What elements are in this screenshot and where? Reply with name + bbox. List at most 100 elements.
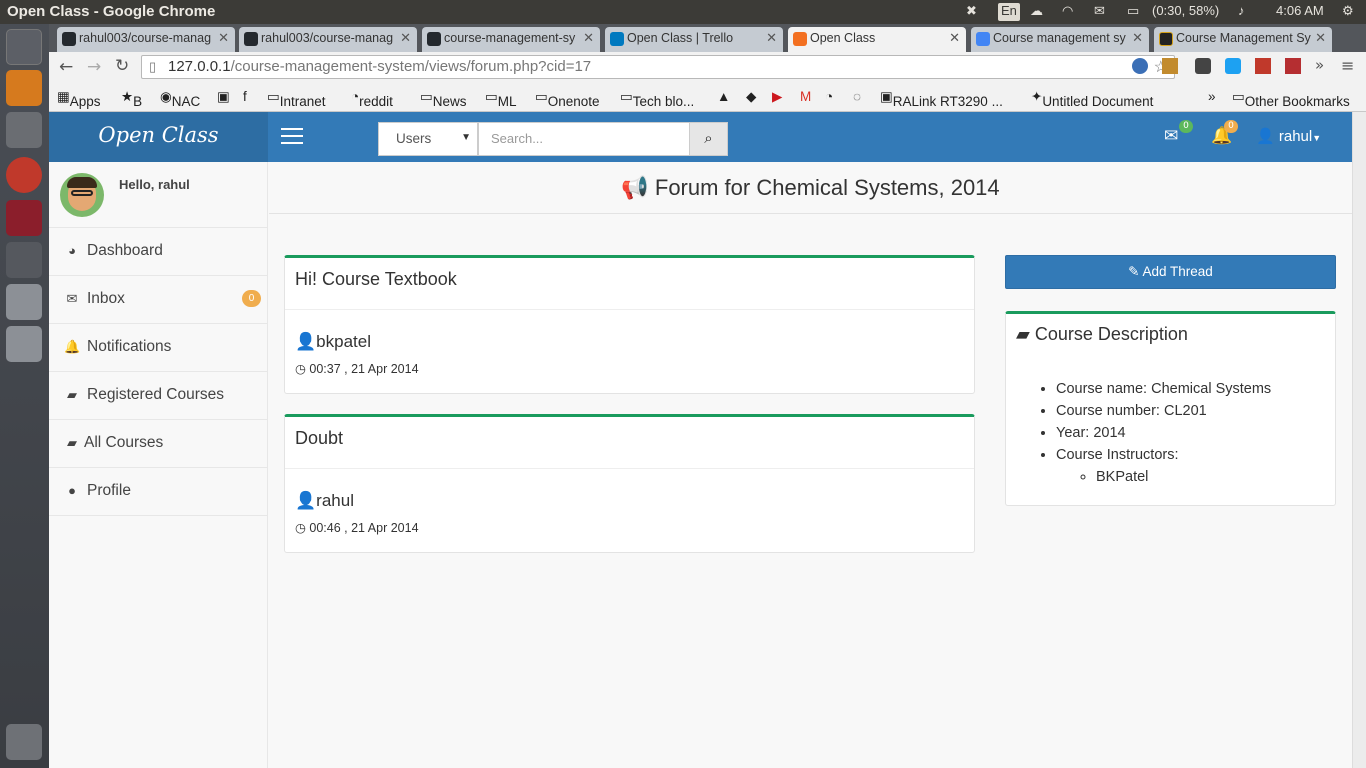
close-icon[interactable]: ✕ — [1132, 30, 1143, 46]
file-manager-icon[interactable] — [6, 200, 42, 236]
course-details-list: Course name: Chemical Systems Course num… — [1056, 378, 1271, 488]
menu-icon[interactable]: ≡ — [1341, 56, 1354, 75]
volume-icon[interactable]: ♪ — [1238, 3, 1245, 21]
workspace-switcher-icon[interactable] — [6, 242, 42, 278]
tab-strip: rahul003/course-manag ✕ rahul003/course-m… — [49, 24, 1366, 52]
wifi-icon[interactable]: ◠ — [1062, 3, 1073, 21]
forward-icon[interactable]: → — [87, 57, 101, 77]
browser-tab[interactable]: Course Management Sy ✕ — [1154, 27, 1332, 52]
bookmark-ml[interactable]: ▭ ML — [485, 89, 517, 109]
close-icon[interactable]: ✕ — [766, 30, 777, 46]
tab-label: course-management-sy — [444, 31, 576, 45]
reload-icon[interactable]: ↻ — [115, 56, 129, 76]
sidebar-item-inbox[interactable]: ✉ Inbox 0 — [49, 276, 267, 324]
settings-gear-icon[interactable]: ⚙ — [1342, 3, 1354, 21]
close-icon[interactable]: ✕ — [583, 30, 594, 46]
youtube-bookmark-icon[interactable]: ▶ — [772, 89, 782, 105]
network-icon[interactable]: ✖ — [966, 3, 977, 21]
more-extensions-icon[interactable]: » — [1315, 56, 1324, 74]
sidebar-item-dashboard[interactable]: ◕ Dashboard — [49, 228, 267, 276]
mail-icon[interactable]: ✉ — [1094, 3, 1105, 21]
close-icon[interactable]: ✕ — [218, 30, 229, 46]
close-icon[interactable]: ✕ — [400, 30, 411, 46]
user-icon: ● — [68, 483, 76, 498]
bookmark-news[interactable]: ▭ News — [420, 89, 467, 109]
dash-icon[interactable] — [6, 29, 42, 65]
close-icon[interactable]: ✕ — [949, 30, 960, 46]
instructors-list: BKPatel — [1096, 466, 1271, 488]
back-icon[interactable]: ← — [59, 57, 73, 77]
bookmark-apps[interactable]: ▦ Apps — [57, 89, 101, 109]
chrome-icon[interactable] — [6, 157, 42, 193]
hamburger-menu-icon[interactable] — [281, 128, 303, 146]
sidebar-item-registered-courses[interactable]: ▰ Registered Courses — [49, 372, 267, 420]
bell-icon: 🔔 — [64, 339, 81, 354]
thread-title[interactable]: Hi! Course Textbook — [285, 258, 974, 310]
bookmark-ralink[interactable]: ▣ RALink RT3290 ... — [880, 89, 1003, 109]
system-settings-icon[interactable] — [6, 112, 42, 148]
reddit-bookmark-icon[interactable]: ◔ — [825, 89, 833, 104]
bookmarks-overflow-icon[interactable]: » — [1208, 89, 1216, 104]
web-app: Open Class Users ▼ Search... ⌕ ✉ 0 🔔 0 👤 … — [49, 112, 1352, 768]
messages-envelope-icon[interactable]: ✉ — [1164, 126, 1178, 146]
add-thread-button[interactable]: ✎ Add Thread — [1005, 255, 1336, 289]
bookmark-extension-icon[interactable] — [1255, 58, 1271, 74]
disk-drive-icon[interactable] — [6, 284, 42, 320]
sidebar-profile: Hello, rahul — [49, 162, 267, 228]
bookmark-other[interactable]: ▭ Other Bookmarks — [1232, 89, 1350, 109]
check-extension-icon[interactable] — [1225, 58, 1241, 74]
globe-extension-icon[interactable] — [1132, 58, 1148, 74]
bookmark-nac[interactable]: ◉ NAC — [160, 89, 200, 109]
drive-bookmark-icon[interactable]: ▲ — [717, 89, 730, 104]
avatar[interactable] — [60, 173, 104, 217]
bookmark-label: Other Bookmarks — [1244, 94, 1350, 109]
bookmark-reddit[interactable]: ◔ reddit — [351, 89, 393, 109]
bookmark-label: reddit — [359, 94, 393, 109]
dropbox-bookmark-icon[interactable]: ◆ — [746, 89, 756, 105]
bookmark-intranet[interactable]: ▭ Intranet — [267, 89, 326, 109]
thread-card[interactable]: Doubt 👤rahul ◷ 00:46 , 21 Apr 2014 — [284, 414, 975, 553]
sidebar-item-profile[interactable]: ● Profile — [49, 468, 267, 516]
browser-tab[interactable]: Course management sy ✕ — [971, 27, 1149, 52]
quora-icon[interactable] — [1285, 58, 1301, 74]
browser-tab[interactable]: rahul003/course-manag ✕ — [57, 27, 235, 52]
facebook-bookmark-icon[interactable]: f — [243, 89, 247, 104]
sidebar-item-all-courses[interactable]: ▰ All Courses — [49, 420, 267, 468]
search-button[interactable]: ⌕ — [689, 122, 728, 156]
browser-tab[interactable]: Open Class | Trello ✕ — [605, 27, 783, 52]
thread-card[interactable]: Hi! Course Textbook 👤bkpatel ◷ 00:37 , 2… — [284, 255, 975, 394]
bookmark-icon[interactable]: ▣ — [217, 89, 230, 105]
gmail-bookmark-icon[interactable]: M — [800, 89, 811, 104]
disk-drive-icon[interactable] — [6, 326, 42, 362]
page-scrollbar[interactable] — [1352, 112, 1366, 768]
clock[interactable]: 4:06 AM — [1276, 3, 1324, 21]
bookmark-untitled[interactable]: ✦ Untitled Document — [1031, 89, 1153, 109]
url-path: /course-management-system/views/forum.ph… — [230, 58, 592, 75]
brand-logo[interactable]: Open Class — [49, 112, 268, 162]
keyboard-indicator[interactable]: En — [998, 3, 1020, 21]
xampp-icon — [793, 32, 807, 46]
bookmark-onenote[interactable]: ▭ Onenote — [535, 89, 600, 109]
battery-status[interactable]: (0:30, 58%) — [1152, 3, 1219, 21]
time-text: 00:37 , 21 Apr 2014 — [309, 362, 419, 376]
bookmark-b[interactable]: ★ B — [121, 89, 142, 109]
thread-title[interactable]: Doubt — [285, 417, 974, 469]
browser-tab[interactable]: course-management-sy ✕ — [422, 27, 600, 52]
search-scope-select[interactable]: Users ▼ — [378, 122, 478, 156]
extension-icon[interactable] — [1162, 58, 1178, 74]
browser-tab-active[interactable]: Open Class ✕ — [788, 27, 966, 52]
bookmark-label: Apps — [69, 94, 101, 109]
cloud-icon[interactable]: ☁ — [1030, 3, 1043, 21]
pocket-icon[interactable] — [1195, 58, 1211, 74]
sublime-text-icon[interactable] — [6, 70, 42, 106]
url-input[interactable]: ▯ 127.0.0.1/course-management-system/vie… — [141, 55, 1175, 79]
search-input[interactable]: Search... — [478, 122, 690, 156]
bookmark-tech-blog[interactable]: ▭ Tech blo... — [620, 89, 694, 109]
trash-icon[interactable] — [6, 724, 42, 760]
close-icon[interactable]: ✕ — [1315, 30, 1326, 46]
browser-tab[interactable]: rahul003/course-manag ✕ — [239, 27, 417, 52]
user-dropdown[interactable]: 👤 rahul▼ — [1256, 127, 1321, 145]
battery-icon[interactable]: ▭ — [1127, 3, 1139, 21]
bookmark-icon[interactable]: ◌ — [853, 89, 861, 104]
sidebar-item-notifications[interactable]: 🔔 Notifications — [49, 324, 267, 372]
